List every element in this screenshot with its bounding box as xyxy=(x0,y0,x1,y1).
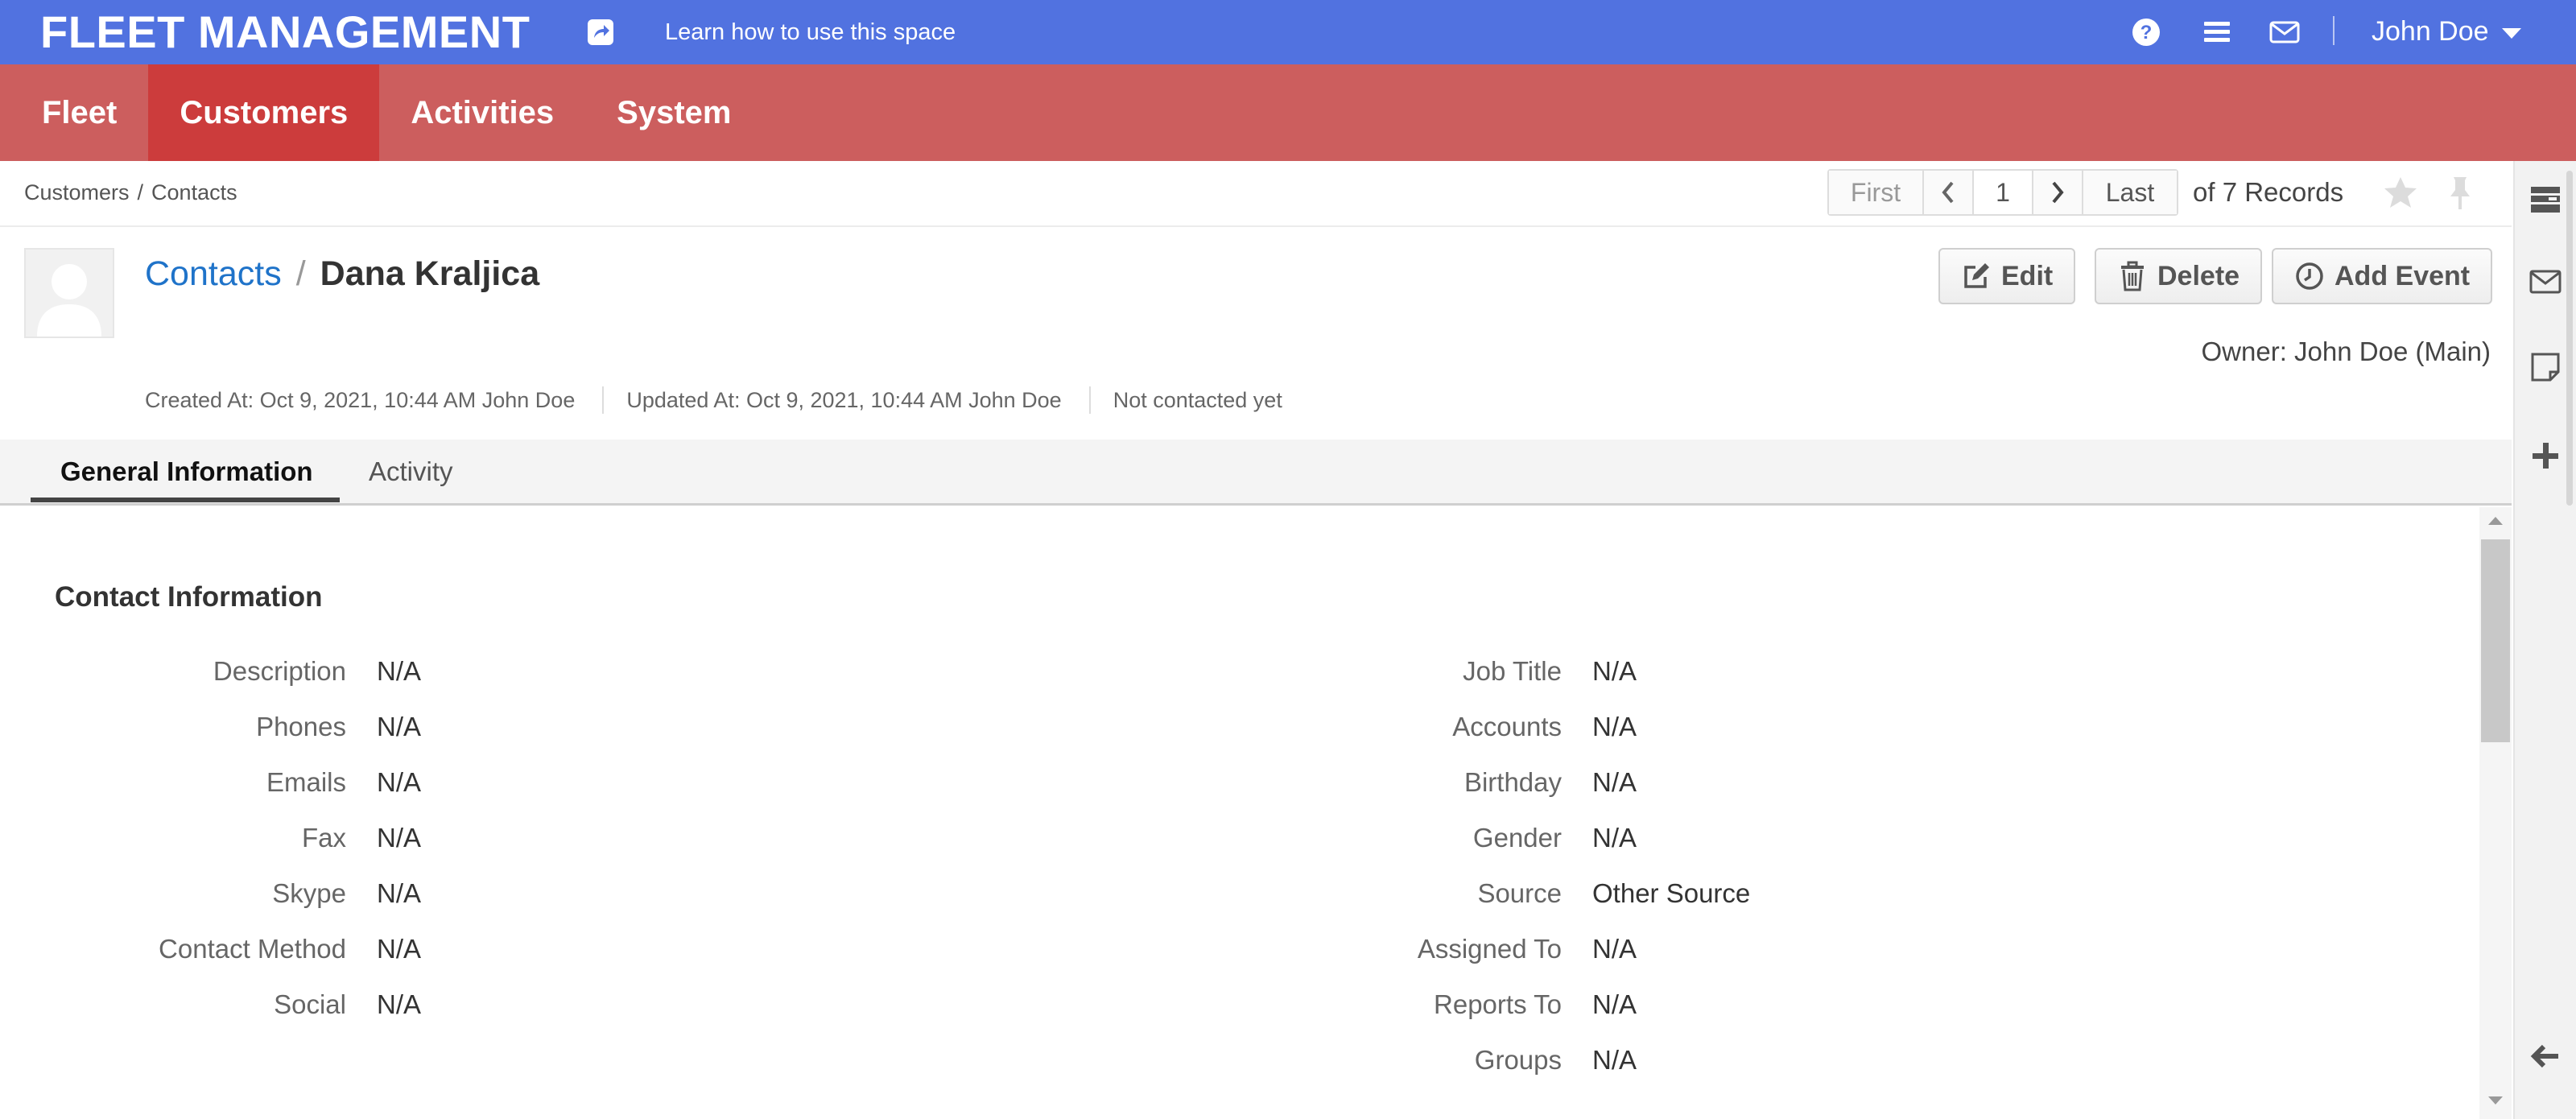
tab-activity[interactable]: Activity xyxy=(369,456,453,488)
field-birthday: Birthday N/A xyxy=(0,762,1637,803)
field-value: N/A xyxy=(1592,712,1637,741)
record-pager: First 1 Last xyxy=(1827,169,2178,216)
star-icon[interactable] xyxy=(2381,174,2420,213)
field-label: Assigned To xyxy=(1417,934,1562,964)
learn-how-link[interactable]: Learn how to use this space xyxy=(665,18,956,47)
app-brand[interactable]: FLEET MANAGEMENT xyxy=(40,6,530,58)
field-label: Reports To xyxy=(1434,989,1562,1019)
scrollbar-thumb[interactable] xyxy=(2481,539,2510,742)
field-value: N/A xyxy=(1592,823,1637,853)
breadcrumb-contacts[interactable]: Contacts xyxy=(151,180,237,205)
field-assigned-to: Assigned To N/A xyxy=(0,929,1637,969)
delete-label: Delete xyxy=(2157,260,2240,291)
edit-button[interactable]: Edit xyxy=(1938,248,2076,304)
user-name: John Doe xyxy=(2372,16,2489,47)
field-value: Other Source xyxy=(1592,878,1751,908)
pager-next-button[interactable] xyxy=(2033,171,2083,214)
field-label: Birthday xyxy=(1463,767,1562,797)
breadcrumb: Customers / Contacts xyxy=(24,180,237,205)
page-title: Contacts / Dana Kraljica xyxy=(145,251,539,296)
record-meta: Created At: Oct 9, 2021, 10:44 AM John D… xyxy=(145,386,1310,414)
scroll-down-icon[interactable] xyxy=(2488,1096,2503,1105)
contact-name: Dana Kraljica xyxy=(320,254,540,293)
nav-item-fleet[interactable]: Fleet xyxy=(0,64,148,161)
created-at: Created At: Oct 9, 2021, 10:44 AM John D… xyxy=(145,387,576,412)
field-groups: Groups N/A xyxy=(0,1040,1637,1080)
active-tab-indicator xyxy=(31,498,340,502)
add-event-label: Add Event xyxy=(2334,260,2471,291)
tab-general-information[interactable]: General Information xyxy=(60,456,313,488)
field-value: N/A xyxy=(1592,1045,1637,1075)
breadcrumb-separator: / xyxy=(137,180,144,204)
record-count: of 7 Records xyxy=(2193,177,2344,207)
avatar xyxy=(24,248,114,338)
tabs-bar: General Information Activity xyxy=(0,440,2512,506)
field-value: N/A xyxy=(1592,989,1637,1019)
mail-icon[interactable] xyxy=(2268,16,2301,48)
field-accounts: Accounts N/A xyxy=(0,707,1637,747)
field-reports-to: Reports To N/A xyxy=(0,985,1637,1025)
chevron-right-icon xyxy=(2052,181,2064,204)
field-source: Source Other Source xyxy=(0,873,1750,914)
note-icon[interactable] xyxy=(2528,349,2563,385)
trash-icon xyxy=(2121,261,2144,291)
main-nav: Fleet Customers Activities System xyxy=(0,64,2576,161)
user-menu[interactable]: John Doe xyxy=(2372,14,2521,48)
scroll-up-icon[interactable] xyxy=(2488,517,2503,525)
divider xyxy=(2333,16,2334,45)
field-label: Gender xyxy=(1472,823,1562,853)
field-job-title: Job Title N/A xyxy=(0,651,1637,692)
field-label: Groups xyxy=(1474,1045,1562,1075)
svg-text:?: ? xyxy=(2140,22,2153,43)
pager-page-number[interactable]: 1 xyxy=(1974,171,2033,214)
nav-item-system[interactable]: System xyxy=(585,64,762,161)
contacts-link[interactable]: Contacts xyxy=(145,251,282,296)
pin-icon[interactable] xyxy=(2444,174,2476,213)
owner-info: Owner: John Doe (Main) xyxy=(2201,337,2491,366)
content-scrollbar[interactable] xyxy=(2479,507,2512,1119)
field-value: N/A xyxy=(1592,656,1637,686)
field-value: N/A xyxy=(1592,934,1637,964)
divider xyxy=(602,386,605,414)
add-event-button[interactable]: Add Event xyxy=(2272,248,2493,304)
sidebar-scrollbar[interactable] xyxy=(2566,171,2573,506)
delete-button[interactable]: Delete xyxy=(2095,248,2263,304)
breadcrumb-customers[interactable]: Customers xyxy=(24,180,130,205)
chevron-down-icon xyxy=(2501,27,2521,39)
field-label: Job Title xyxy=(1463,656,1562,686)
clock-icon xyxy=(2296,262,2323,290)
edit-icon xyxy=(1964,263,1989,288)
back-arrow-icon[interactable] xyxy=(2528,1038,2563,1074)
panel-icon[interactable] xyxy=(2528,182,2563,217)
field-value: N/A xyxy=(1592,767,1637,797)
help-icon[interactable]: ? xyxy=(2130,16,2162,48)
menu-icon[interactable] xyxy=(2201,16,2233,48)
sidebar-mail-icon[interactable] xyxy=(2528,264,2563,299)
nav-item-customers[interactable]: Customers xyxy=(148,64,380,161)
avatar-icon xyxy=(37,264,101,337)
edit-label: Edit xyxy=(2001,260,2054,291)
section-title: Contact Information xyxy=(55,581,323,613)
updated-at: Updated At: Oct 9, 2021, 10:44 AM John D… xyxy=(626,387,1062,412)
pager-prev-button[interactable] xyxy=(1924,171,1974,214)
pager-last-button[interactable]: Last xyxy=(2083,171,2177,214)
field-gender: Gender N/A xyxy=(0,818,1637,858)
divider xyxy=(1088,386,1091,414)
chevron-left-icon xyxy=(1942,181,1954,204)
field-label: Accounts xyxy=(1452,712,1562,741)
contact-status: Not contacted yet xyxy=(1113,387,1282,412)
title-separator: / xyxy=(295,254,306,293)
pager-first-button[interactable]: First xyxy=(1829,171,1924,214)
right-sidebar xyxy=(2513,161,2576,1119)
top-bar: FLEET MANAGEMENT Learn how to use this s… xyxy=(0,0,2576,64)
plus-icon[interactable] xyxy=(2528,438,2563,473)
nav-item-activities[interactable]: Activities xyxy=(379,64,585,161)
breadcrumb-row: Customers / Contacts First 1 Last of 7 R… xyxy=(0,161,2512,227)
share-icon[interactable] xyxy=(586,18,615,47)
field-label: Source xyxy=(1477,878,1562,908)
